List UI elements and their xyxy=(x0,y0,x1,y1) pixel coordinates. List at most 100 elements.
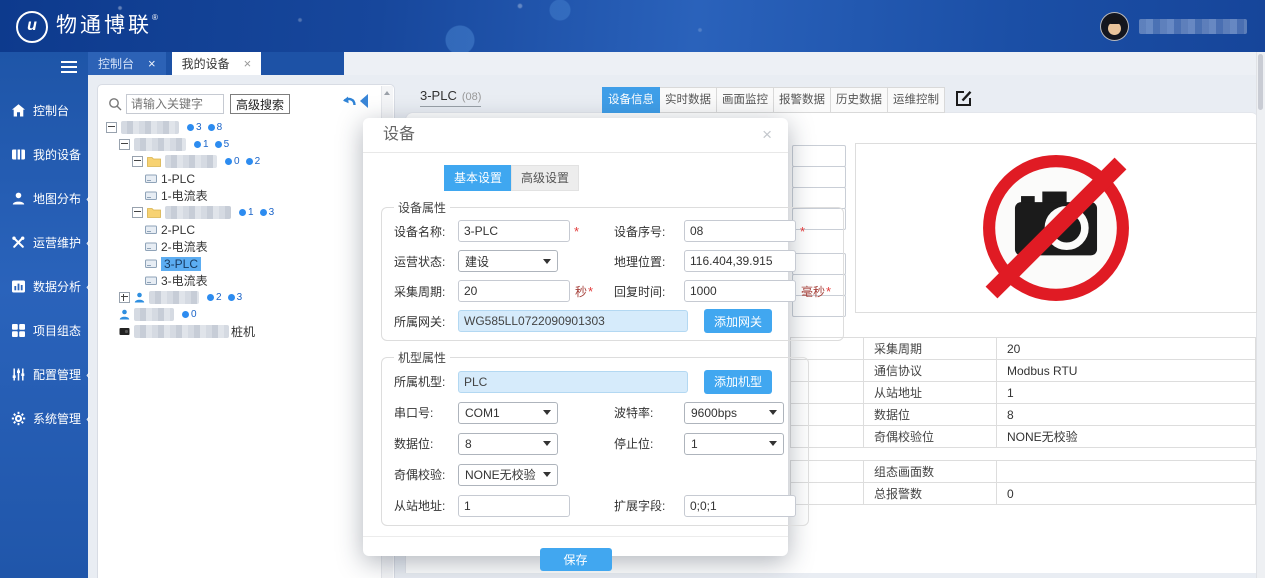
field-label: 回复时间: xyxy=(614,283,684,300)
collapse-icon[interactable] xyxy=(132,156,143,167)
sidebar-item-data-analysis[interactable]: 数据分析‹ xyxy=(0,264,88,308)
add-model-button[interactable]: 添加机型 xyxy=(704,370,772,394)
field-label: 停止位: xyxy=(614,435,684,452)
chevron-down-icon xyxy=(769,410,777,415)
tree-node-2-电流表[interactable]: 2-电流表 xyxy=(106,238,380,255)
user-avatar[interactable] xyxy=(1100,12,1129,41)
field-input[interactable] xyxy=(684,495,796,517)
tree-node-3-PLC[interactable]: 3-PLC xyxy=(106,255,380,272)
brand-logo-icon: u xyxy=(16,11,48,43)
modal-group: 设备属性设备名称:*设备序号:*运营状态:建设地理位置:采集周期:秒*回复时间:… xyxy=(381,199,844,341)
workspace-tab[interactable]: 我的设备× xyxy=(172,52,262,75)
undo-icon[interactable] xyxy=(340,93,357,108)
sidebar-item-maintenance[interactable]: 运营维护‹ xyxy=(0,220,88,264)
device-tab[interactable]: 报警数据 xyxy=(773,87,831,113)
table-row: 从站地址1 xyxy=(791,382,1256,404)
edit-device-icon[interactable] xyxy=(945,90,972,110)
menu-collapse-icon[interactable] xyxy=(61,61,77,73)
device-tab[interactable]: 设备信息 xyxy=(602,87,660,113)
top-header: u 物通博联 ® xyxy=(0,0,1265,52)
count-dot-icon xyxy=(207,294,214,301)
table-value xyxy=(997,461,1256,483)
field-input[interactable] xyxy=(684,250,796,272)
modal-close-icon[interactable]: × xyxy=(762,126,772,143)
tree-node-2-PLC[interactable]: 2-PLC xyxy=(106,221,380,238)
tree-node-label: 1-电流表 xyxy=(161,187,208,204)
tree-node-redacted[interactable]: 02 xyxy=(106,153,380,170)
tree-search-input[interactable] xyxy=(126,94,224,114)
field-select[interactable]: 8 xyxy=(458,433,558,455)
field-select[interactable]: COM1 xyxy=(458,402,558,424)
modal-tab[interactable]: 高级设置 xyxy=(511,165,579,191)
advanced-search-button[interactable]: 高级搜索 xyxy=(230,94,290,114)
sidebar-item-map-user[interactable]: 地图分布‹ xyxy=(0,176,88,220)
count-number: 1 xyxy=(248,207,254,218)
select-value: 建设 xyxy=(465,253,489,270)
count-dot-icon xyxy=(246,158,253,165)
sidebar-item-project-grid[interactable]: 项目组态 xyxy=(0,308,88,352)
field-input[interactable] xyxy=(684,280,796,302)
collapse-icon[interactable] xyxy=(106,122,117,133)
sidebar-item-my-devices[interactable]: 我的设备 xyxy=(0,132,88,176)
modal-tab[interactable]: 基本设置 xyxy=(444,165,512,191)
tree-node-redacted[interactable]: 23 xyxy=(106,289,380,306)
tab-close-icon[interactable]: × xyxy=(148,56,156,71)
field-label: 奇偶校验: xyxy=(394,466,458,483)
modal-group: 机型属性所属机型:添加机型串口号:COM1波特率:9600bps数据位:8停止位… xyxy=(381,349,809,526)
device-tab[interactable]: 历史数据 xyxy=(830,87,888,113)
page-scrollbar[interactable] xyxy=(1256,52,1265,578)
collapse-panel-icon[interactable] xyxy=(360,94,368,108)
expand-icon[interactable] xyxy=(119,292,130,303)
tree-node-桩机[interactable]: 桩机 xyxy=(106,323,380,340)
redacted-label xyxy=(134,308,174,321)
add-gateway-button[interactable]: 添加网关 xyxy=(704,309,772,333)
brand-name: 物通博联 xyxy=(56,10,152,42)
count-number: 0 xyxy=(191,309,197,320)
table-row: 数据位8 xyxy=(791,404,1256,426)
tree-node-label: 1-PLC xyxy=(161,172,195,186)
select-value: COM1 xyxy=(465,406,500,420)
collapse-icon[interactable] xyxy=(132,207,143,218)
field-select[interactable]: 9600bps xyxy=(684,402,784,424)
sidebar-item-config-sliders[interactable]: 配置管理‹ xyxy=(0,352,88,396)
chevron-icon: ‹ xyxy=(86,191,90,206)
tree-node-redacted[interactable]: 0 xyxy=(106,306,380,323)
count-number: 2 xyxy=(216,292,222,303)
tree-node-redacted[interactable]: 15 xyxy=(106,136,380,153)
chevron-icon: ‹ xyxy=(86,235,90,250)
field-input[interactable] xyxy=(458,310,688,332)
device-name: 3-PLC xyxy=(420,88,457,103)
field-select[interactable]: 建设 xyxy=(458,250,558,272)
sidebar-item-system-gear[interactable]: 系统管理‹ xyxy=(0,396,88,440)
device-stats-table: 组态画面数总报警数0 xyxy=(790,460,1256,505)
field-label: 设备名称: xyxy=(394,223,458,240)
field-input[interactable] xyxy=(458,495,570,517)
tree-node-3-电流表[interactable]: 3-电流表 xyxy=(106,272,380,289)
workspace-tab[interactable]: 控制台× xyxy=(88,52,166,75)
device-tab[interactable]: 运维控制 xyxy=(887,87,945,113)
field-input[interactable] xyxy=(458,371,688,393)
field-unit: 秒* xyxy=(575,283,593,300)
tree-node-redacted[interactable]: 13 xyxy=(106,204,380,221)
device-tab[interactable]: 画面监控 xyxy=(716,87,774,113)
user-area[interactable] xyxy=(1100,12,1247,41)
field-input[interactable] xyxy=(458,280,570,302)
count-dot-icon xyxy=(260,209,267,216)
tree-node-1-PLC[interactable]: 1-PLC xyxy=(106,170,380,187)
tree-node-redacted[interactable]: 38 xyxy=(106,119,380,136)
device-icon xyxy=(145,191,157,201)
device-title: 3-PLC (08) xyxy=(420,88,481,107)
device-tab[interactable]: 实时数据 xyxy=(659,87,717,113)
device-tree-panel: 高级搜索 3815021-PLC1-电流表132-PLC2-电流表3-PLC3-… xyxy=(97,84,395,578)
tree-node-1-电流表[interactable]: 1-电流表 xyxy=(106,187,380,204)
field-input[interactable] xyxy=(458,220,570,242)
field-input[interactable] xyxy=(684,220,796,242)
sidebar-item-label: 控制台 xyxy=(33,102,69,119)
tab-close-icon[interactable]: × xyxy=(244,56,252,71)
field-select[interactable]: NONE无校验 xyxy=(458,464,558,486)
sidebar-item-label: 配置管理 xyxy=(33,366,81,383)
field-select[interactable]: 1 xyxy=(684,433,784,455)
save-button[interactable]: 保存 xyxy=(540,548,612,571)
collapse-icon[interactable] xyxy=(119,139,130,150)
sidebar-item-home[interactable]: 控制台 xyxy=(0,88,88,132)
